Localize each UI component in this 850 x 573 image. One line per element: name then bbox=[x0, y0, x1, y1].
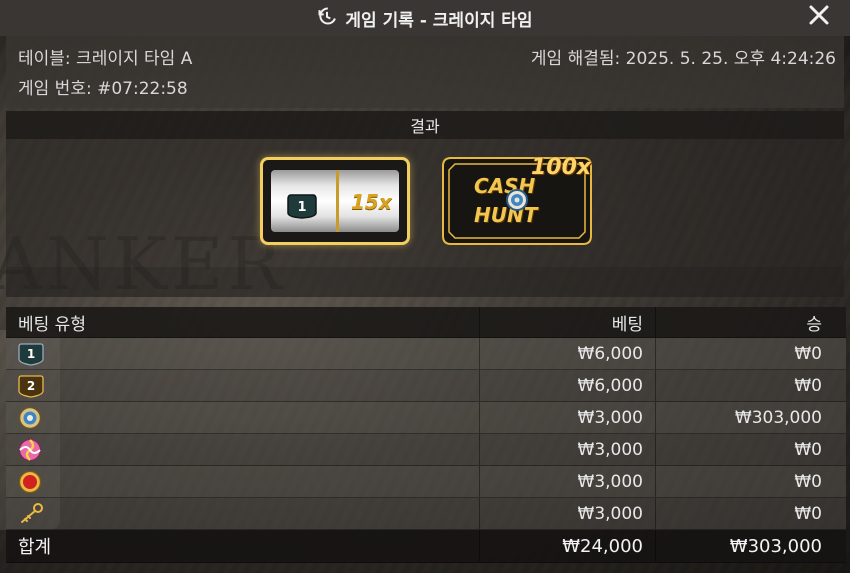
win-amount: ₩0 bbox=[794, 503, 822, 524]
header-bet-type: 베팅 유형 bbox=[6, 307, 480, 337]
total-win: ₩303,000 bbox=[729, 535, 822, 557]
header-win: 승 bbox=[806, 314, 822, 335]
result-footer-strip bbox=[6, 267, 844, 297]
table-row: 2 ₩6,000 ₩0 bbox=[6, 370, 846, 402]
game-number: 게임 번호: #07:22:58 bbox=[18, 79, 188, 99]
result-heading: 결과 bbox=[6, 111, 844, 139]
title-bar: 게임 기록 - 크레이지 타임 bbox=[0, 0, 850, 36]
table-row: ₩3,000 ₩0 bbox=[6, 498, 846, 530]
coin-flip-red-icon bbox=[18, 470, 42, 494]
table-header-row: 베팅 유형 베팅 승 bbox=[6, 307, 846, 338]
close-button[interactable] bbox=[806, 4, 832, 30]
number-1-badge-icon: 1 bbox=[18, 342, 44, 366]
bet-amount: ₩6,000 bbox=[480, 370, 656, 401]
bet-type-cell: 1 bbox=[6, 338, 480, 369]
table-row: ₩3,000 ₩303,000 bbox=[6, 402, 846, 434]
svg-text:1: 1 bbox=[297, 200, 306, 215]
number-2-badge-icon: 2 bbox=[18, 374, 44, 398]
cash-hunt-target-icon bbox=[18, 406, 42, 430]
table-row: 1 ₩6,000 ₩0 bbox=[6, 338, 846, 370]
history-icon bbox=[317, 6, 337, 30]
bet-amount: ₩6,000 bbox=[480, 338, 656, 369]
table-row: ₩3,000 ₩0 bbox=[6, 434, 846, 466]
slot-divider bbox=[336, 170, 339, 232]
table-name: 테이블: 크레이지 타임 A bbox=[18, 49, 193, 69]
dialog-title: 게임 기록 - 크레이지 타임 bbox=[345, 10, 533, 31]
top-slot-result: 1 15x bbox=[260, 157, 410, 245]
bet-type-cell bbox=[6, 466, 480, 497]
win-amount: ₩303,000 bbox=[734, 407, 822, 428]
bet-amount: ₩3,000 bbox=[480, 434, 656, 465]
bet-amount: ₩3,000 bbox=[480, 402, 656, 433]
cash-hunt-multiplier: 100x bbox=[531, 155, 592, 180]
win-amount: ₩0 bbox=[794, 343, 822, 364]
header-bet: 베팅 bbox=[480, 307, 656, 337]
total-bet: ₩24,000 bbox=[480, 530, 656, 562]
table-row: ₩3,000 ₩0 bbox=[6, 466, 846, 498]
total-label: 합계 bbox=[6, 530, 480, 562]
bets-table: 베팅 유형 베팅 승 1 ₩6,000 ₩0 2 ₩6,000 ₩0 ₩3,00… bbox=[6, 307, 846, 563]
win-amount: ₩0 bbox=[794, 375, 822, 396]
bet-type-cell bbox=[6, 402, 480, 433]
bet-amount: ₩3,000 bbox=[480, 466, 656, 497]
slot-multiplier: 15x bbox=[351, 190, 392, 214]
game-info-panel: 테이블: 크레이지 타임 A 게임 번호: #07:22:58 게임 해결됨: … bbox=[6, 36, 844, 108]
table-total-row: 합계 ₩24,000 ₩303,000 bbox=[6, 530, 846, 563]
bet-type-cell bbox=[6, 498, 480, 529]
win-amount: ₩0 bbox=[794, 471, 822, 492]
close-icon bbox=[808, 4, 830, 30]
win-amount: ₩0 bbox=[794, 439, 822, 460]
crazy-time-key-icon bbox=[18, 502, 44, 526]
target-icon bbox=[506, 189, 528, 211]
number-1-badge-icon: 1 bbox=[287, 193, 317, 219]
result-area bbox=[6, 139, 844, 267]
bet-type-cell bbox=[6, 434, 480, 465]
svg-text:1: 1 bbox=[27, 347, 35, 361]
resolved-time: 게임 해결됨: 2025. 5. 25. 오후 4:24:26 bbox=[530, 49, 836, 69]
bet-type-cell: 2 bbox=[6, 370, 480, 401]
svg-text:2: 2 bbox=[27, 379, 35, 393]
pachinko-candy-icon bbox=[18, 438, 42, 462]
bet-amount: ₩3,000 bbox=[480, 498, 656, 529]
